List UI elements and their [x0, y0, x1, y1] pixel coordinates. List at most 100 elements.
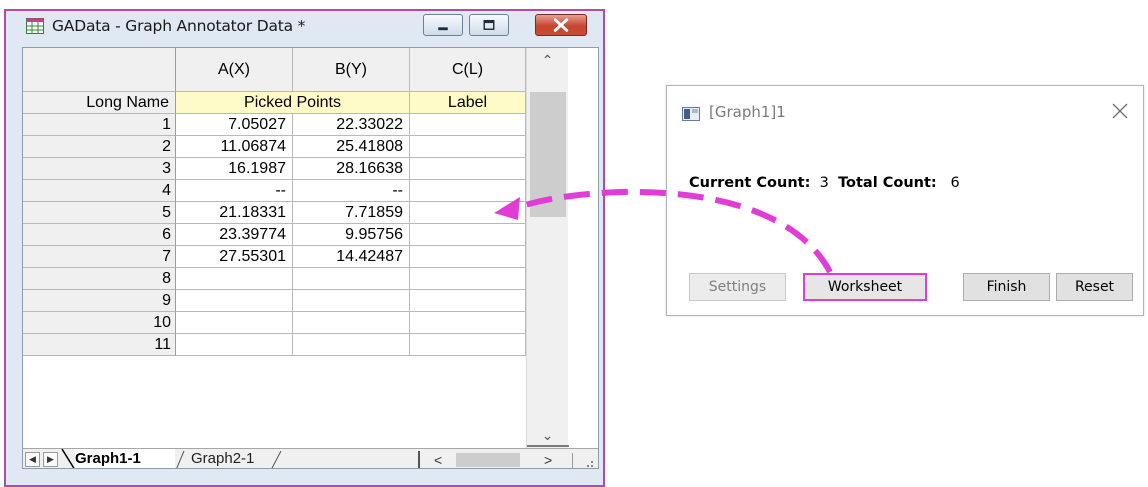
cell-b[interactable]: 22.33022 [293, 114, 410, 136]
tab-prev-icon[interactable]: ◀ [25, 452, 40, 467]
cell-a[interactable]: 7.05027 [176, 114, 293, 136]
tab-next-icon[interactable]: ▶ [43, 452, 58, 467]
worksheet-titlebar[interactable]: GAData - Graph Annotator Data * [6, 11, 603, 39]
horizontal-scrollbar[interactable]: < > [426, 451, 566, 468]
maximize-icon [483, 19, 495, 30]
cell-a[interactable]: 27.55301 [176, 246, 293, 268]
table-row: 9 [23, 290, 526, 312]
row-header[interactable]: 5 [23, 202, 176, 224]
scroll-left-icon[interactable]: < [434, 451, 442, 468]
table-row: 10 [23, 312, 526, 334]
reset-button[interactable]: Reset [1056, 273, 1133, 301]
dialog-title: [Graph1]1 [709, 103, 786, 121]
cell-b[interactable]: 28.16638 [293, 158, 410, 180]
row-header[interactable]: 4 [23, 180, 176, 202]
row-header[interactable]: 1 [23, 114, 176, 136]
cell-c[interactable] [410, 334, 526, 356]
cell-b[interactable] [293, 334, 410, 356]
total-count-value: 6 [950, 175, 960, 191]
cell-b[interactable]: 25.41808 [293, 136, 410, 158]
tab-splitter[interactable] [418, 451, 420, 468]
tab-graph1-1[interactable]: Graph1-1 [75, 449, 175, 468]
cell-a[interactable] [176, 268, 293, 290]
table-row: 11 [23, 334, 526, 356]
table-row: 2 11.06874 25.41808 [23, 136, 526, 158]
column-header-b[interactable]: B(Y) [293, 48, 410, 92]
column-header-a[interactable]: A(X) [176, 48, 293, 92]
cell-b[interactable]: 14.42487 [293, 246, 410, 268]
minimize-button[interactable] [423, 14, 463, 36]
settings-button[interactable]: Settings [689, 273, 786, 301]
worksheet-icon [26, 18, 44, 34]
corner-cell[interactable] [23, 48, 176, 92]
table-row: 1 7.05027 22.33022 [23, 114, 526, 136]
cell-c[interactable] [410, 224, 526, 246]
row-header[interactable]: 3 [23, 158, 176, 180]
column-header-row: A(X) B(Y) C(L) [23, 48, 526, 92]
cell-b[interactable]: -- [293, 180, 410, 202]
row-header[interactable]: 8 [23, 268, 176, 290]
worksheet-title: GAData - Graph Annotator Data * [52, 17, 306, 35]
cell-b[interactable] [293, 290, 410, 312]
graph-annotator-dialog: [Graph1]1 Current Count: 3 Total Count: … [666, 85, 1144, 316]
close-window-button[interactable] [535, 14, 587, 36]
cell-c[interactable] [410, 114, 526, 136]
split-bar[interactable] [527, 445, 569, 447]
cell-c[interactable] [410, 312, 526, 334]
horizontal-scroll-thumb[interactable] [456, 453, 520, 467]
table-row: 4 -- -- [23, 180, 526, 202]
cell-c[interactable] [410, 290, 526, 312]
table-row: 7 27.55301 14.42487 [23, 246, 526, 268]
tab-graph2-1[interactable]: Graph2-1 [191, 449, 281, 468]
cell-c[interactable] [410, 246, 526, 268]
cell-c[interactable] [410, 158, 526, 180]
maximize-button[interactable] [469, 14, 509, 36]
cell-a[interactable]: 21.18331 [176, 202, 293, 224]
long-name-label-column[interactable]: Label [410, 92, 526, 114]
table-row: 6 23.39774 9.95756 [23, 224, 526, 246]
scroll-right-icon[interactable]: > [544, 451, 552, 468]
table-row: 5 21.18331 7.71859 [23, 202, 526, 224]
cell-b[interactable]: 7.71859 [293, 202, 410, 224]
sheet-tab-bar: ◀ ▶ Graph1-1 Graph2-1 < > [23, 448, 598, 468]
finish-button[interactable]: Finish [963, 273, 1050, 301]
cell-a[interactable]: 11.06874 [176, 136, 293, 158]
total-count-label: Total Count: [838, 175, 937, 191]
cell-a[interactable]: 16.1987 [176, 158, 293, 180]
current-count-value: 3 [819, 175, 829, 191]
minimize-icon [438, 27, 448, 31]
cell-a[interactable] [176, 312, 293, 334]
row-header[interactable]: 10 [23, 312, 176, 334]
table-row: 8 [23, 268, 526, 290]
scroll-up-icon[interactable]: ⌃ [527, 48, 568, 70]
close-icon [553, 18, 569, 32]
cell-c[interactable] [410, 180, 526, 202]
cell-b[interactable]: 9.95756 [293, 224, 410, 246]
table-row: 3 16.1987 28.16638 [23, 158, 526, 180]
row-header[interactable]: 11 [23, 334, 176, 356]
cell-c[interactable] [410, 202, 526, 224]
row-header[interactable]: 2 [23, 136, 176, 158]
cell-a[interactable] [176, 290, 293, 312]
cell-c[interactable] [410, 136, 526, 158]
vertical-scroll-thumb[interactable] [530, 92, 566, 217]
cell-a[interactable]: -- [176, 180, 293, 202]
count-line: Current Count: 3 Total Count: 6 [689, 175, 960, 191]
cell-b[interactable] [293, 312, 410, 334]
row-header[interactable]: 6 [23, 224, 176, 246]
cell-a[interactable] [176, 334, 293, 356]
cell-b[interactable] [293, 268, 410, 290]
vertical-scrollbar[interactable]: ⌃ ⌄ [526, 48, 569, 468]
worksheet-grid-area: A(X) B(Y) C(L) Long Name Picked Points L… [22, 47, 599, 469]
worksheet-window: GAData - Graph Annotator Data * A(X) B(Y… [4, 9, 605, 487]
long-name-picked-points[interactable]: Picked Points [176, 92, 410, 114]
cell-a[interactable]: 23.39774 [176, 224, 293, 246]
cell-c[interactable] [410, 268, 526, 290]
column-header-c[interactable]: C(L) [410, 48, 526, 92]
worksheet-button[interactable]: Worksheet [803, 273, 927, 301]
resize-grip-icon[interactable] [572, 453, 596, 468]
long-name-label[interactable]: Long Name [23, 92, 176, 114]
row-header[interactable]: 7 [23, 246, 176, 268]
row-header[interactable]: 9 [23, 290, 176, 312]
close-icon[interactable] [1109, 100, 1131, 122]
